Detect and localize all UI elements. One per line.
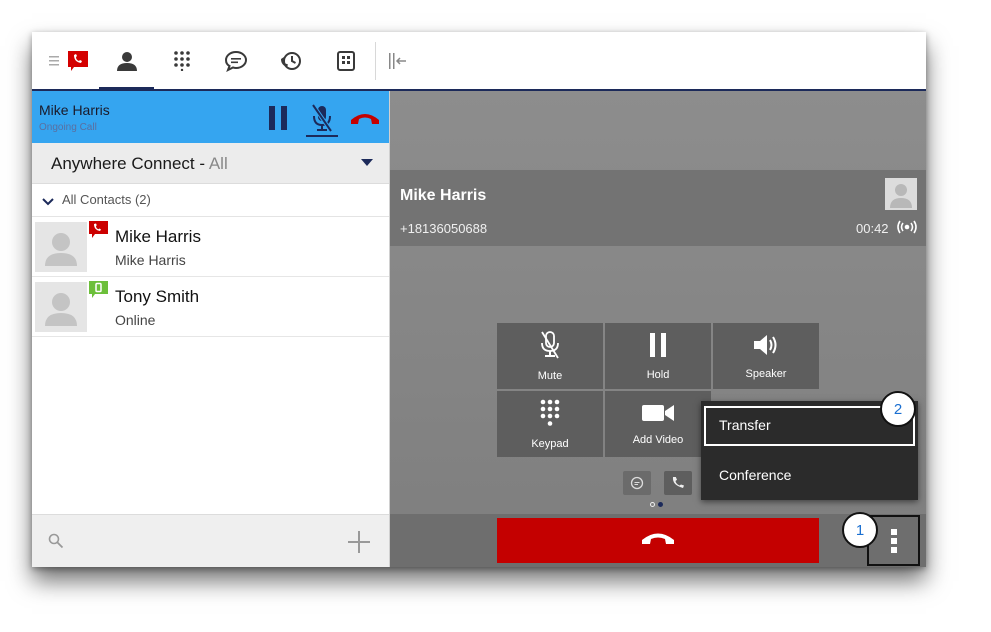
active-tab-indicator [99, 87, 154, 90]
keypad-icon [540, 399, 560, 432]
keypad-button[interactable]: Keypad [497, 391, 603, 457]
contact-name: Mike Harris [115, 227, 201, 246]
avatar [35, 222, 87, 272]
call-quality-icon [896, 220, 918, 239]
contact-subtitle: Mike Harris [115, 252, 186, 268]
chevron-down-icon[interactable] [42, 193, 54, 211]
anywhere-connect-label: Anywhere Connect - All [51, 154, 228, 174]
brand-phone-icon [64, 32, 92, 89]
mute-icon[interactable] [306, 101, 338, 137]
app-window: Mike Harris Ongoing Call Anywhere Connec… [32, 32, 926, 567]
presence-on-call-icon [89, 221, 108, 239]
mute-button[interactable]: Mute [497, 323, 603, 389]
hold-label: Hold [646, 368, 670, 381]
speaker-icon [752, 333, 780, 362]
menu-item-label: Conference [719, 467, 792, 483]
caller-avatar [885, 178, 917, 210]
more-vertical-icon [890, 528, 897, 535]
contacts-group-label: All Contacts (2) [62, 192, 151, 207]
call-info-header: Mike Harris +18136050688 00:42 [390, 170, 926, 246]
voicemail-icon[interactable] [332, 32, 360, 89]
mute-label: Mute [537, 369, 563, 382]
collapse-panel-icon[interactable] [386, 32, 410, 89]
contact-subtitle: Online [115, 312, 156, 328]
more-vertical-icon [890, 546, 897, 553]
pause-icon [649, 332, 667, 363]
caller-number: +18136050688 [400, 221, 488, 236]
mic-muted-icon [540, 330, 560, 364]
speaker-button[interactable]: Speaker [713, 323, 819, 389]
call-duration: 00:42 [856, 221, 889, 236]
list-item[interactable]: Mike Harris Mike Harris [32, 217, 389, 277]
anywhere-value: All [208, 154, 228, 173]
contacts-panel: Mike Harris Ongoing Call Anywhere Connec… [32, 91, 390, 567]
hold-button[interactable]: Hold [605, 323, 711, 389]
search-bar [32, 514, 389, 567]
video-camera-icon [641, 403, 675, 428]
hangup-icon [640, 530, 676, 551]
ongoing-call-bar[interactable]: Mike Harris Ongoing Call [32, 91, 389, 143]
menu-item-label: Transfer [719, 417, 771, 433]
page-indicator [650, 502, 663, 507]
list-item[interactable]: Tony Smith Online [32, 277, 389, 337]
keypad-label: Keypad [531, 437, 569, 450]
contact-name: Tony Smith [115, 287, 200, 306]
caller-name: Mike Harris [400, 187, 487, 204]
add-video-button[interactable]: Add Video [605, 391, 711, 457]
contacts-group-header[interactable]: All Contacts (2) [32, 184, 389, 217]
dialpad-icon[interactable] [168, 32, 196, 89]
chat-icon[interactable] [222, 32, 250, 89]
history-icon[interactable] [277, 32, 305, 89]
menu-item-conference[interactable]: Conference [701, 453, 918, 499]
phone-page-icon[interactable] [664, 471, 692, 495]
anywhere-connect-selector[interactable]: Anywhere Connect - All [32, 143, 389, 184]
hold-icon[interactable] [261, 101, 295, 135]
chat-page-icon[interactable] [623, 471, 651, 495]
top-nav [32, 32, 926, 91]
menu-icon[interactable] [46, 32, 62, 89]
anywhere-label-text: Anywhere Connect - [51, 154, 206, 173]
page-dot [650, 502, 655, 507]
ongoing-call-name: Mike Harris [39, 102, 110, 118]
end-call-icon[interactable] [348, 101, 382, 135]
speaker-label: Speaker [745, 367, 787, 380]
step-marker-1: 1 [842, 512, 878, 548]
end-call-button[interactable] [497, 518, 819, 563]
caret-down-icon[interactable] [361, 159, 373, 166]
add-contact-icon[interactable] [347, 530, 371, 559]
page-dot-active [658, 502, 663, 507]
presence-online-icon [89, 281, 108, 299]
ongoing-call-status: Ongoing Call [39, 122, 97, 133]
avatar [35, 282, 87, 332]
contacts-icon[interactable] [99, 32, 154, 89]
nav-divider [375, 42, 376, 80]
step-marker-2: 2 [880, 391, 916, 427]
more-vertical-icon [890, 537, 897, 544]
add-video-label: Add Video [632, 433, 684, 446]
search-icon[interactable] [48, 533, 64, 554]
